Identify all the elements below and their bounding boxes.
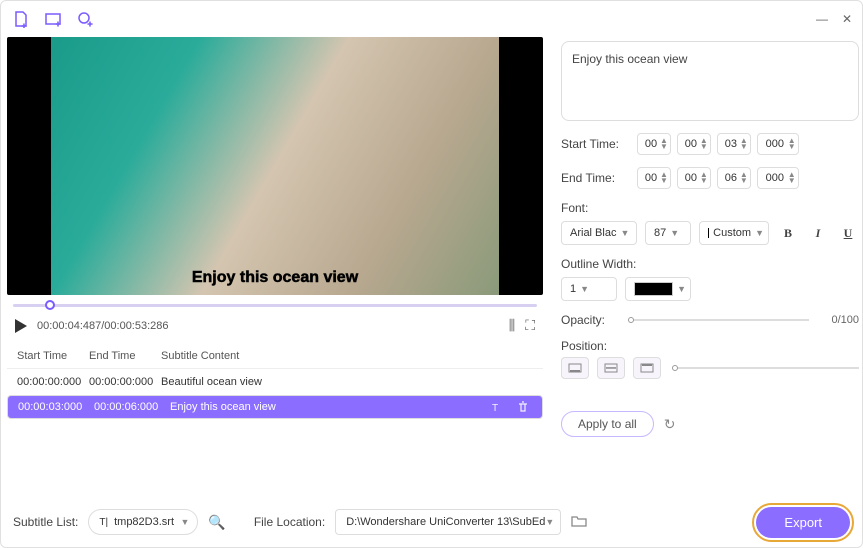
waveform-icon[interactable]: ⫼ xyxy=(509,317,515,334)
subtitle-list-label: Subtitle List: xyxy=(13,515,78,529)
font-family-select[interactable]: Arial Blac▼ xyxy=(561,221,637,245)
minimize-button[interactable]: — xyxy=(816,12,828,26)
start-sec-spinner[interactable]: 03▲▼ xyxy=(717,133,751,155)
translate-icon[interactable]: T xyxy=(488,398,506,416)
subtitle-overlay: Enjoy this ocean view xyxy=(192,269,358,287)
main-area: Enjoy this ocean view 00:00:04:487/00:00… xyxy=(1,37,862,497)
end-time-row: End Time: 00▲▼ 00▲▼ 06▲▼ 000▲▼ xyxy=(561,167,859,189)
header-start: Start Time xyxy=(17,350,89,362)
file-location-label: File Location: xyxy=(254,515,325,529)
timecode: 00:00:04:487/00:00:53:286 xyxy=(37,320,169,332)
start-hour-spinner[interactable]: 00▲▼ xyxy=(637,133,671,155)
italic-button[interactable]: I xyxy=(807,222,829,244)
outline-width-select[interactable]: 1▼ xyxy=(561,277,617,301)
file-location-select[interactable]: D:\Wondershare UniConverter 13\SubEd▼ xyxy=(335,509,561,535)
font-label: Font: xyxy=(561,201,859,215)
subtitle-table: Start Time End Time Subtitle Content 00:… xyxy=(7,344,543,419)
position-bottom-button[interactable] xyxy=(561,357,589,379)
underline-button[interactable]: U xyxy=(837,222,859,244)
end-sec-spinner[interactable]: 06▲▼ xyxy=(717,167,751,189)
open-folder-icon[interactable] xyxy=(571,514,587,531)
opacity-slider[interactable] xyxy=(631,319,809,321)
play-button[interactable] xyxy=(15,319,27,333)
end-time-label: End Time: xyxy=(561,171,631,185)
start-ms-spinner[interactable]: 000▲▼ xyxy=(757,133,799,155)
end-hour-spinner[interactable]: 00▲▼ xyxy=(637,167,671,189)
video-progress[interactable] xyxy=(13,299,537,311)
add-url-icon[interactable] xyxy=(75,9,95,29)
table-row[interactable]: 00:00:00:000 00:00:00:000 Beautiful ocea… xyxy=(7,369,543,395)
opacity-value: 0/100 xyxy=(819,314,859,326)
apply-to-all-button[interactable]: Apply to all xyxy=(561,411,654,437)
export-button[interactable]: Export xyxy=(756,507,850,538)
position-middle-button[interactable] xyxy=(597,357,625,379)
end-ms-spinner[interactable]: 000▲▼ xyxy=(757,167,799,189)
position-label: Position: xyxy=(561,339,859,353)
right-panel: Enjoy this ocean view Start Time: 00▲▼ 0… xyxy=(549,37,863,497)
subtitle-file-select[interactable]: T|tmp82D3.srt▼ xyxy=(88,509,198,535)
reset-icon[interactable]: ↻ xyxy=(664,416,676,433)
font-size-select[interactable]: 87▼ xyxy=(645,221,691,245)
delete-icon[interactable] xyxy=(514,398,532,416)
add-folder-icon[interactable] xyxy=(43,9,63,29)
close-button[interactable]: ✕ xyxy=(842,12,852,26)
position-slider[interactable] xyxy=(675,367,859,369)
font-color-select[interactable]: Custom▼ xyxy=(699,221,769,245)
left-panel: Enjoy this ocean view 00:00:04:487/00:00… xyxy=(1,37,549,497)
opacity-label: Opacity: xyxy=(561,313,621,327)
table-row[interactable]: 00:00:03:000 00:00:06:000 Enjoy this oce… xyxy=(7,395,543,419)
opacity-row: Opacity: 0/100 xyxy=(561,313,859,327)
fullscreen-icon[interactable]: ⛶ xyxy=(525,317,535,334)
bold-button[interactable]: B xyxy=(777,222,799,244)
position-top-button[interactable] xyxy=(633,357,661,379)
add-file-icon[interactable] xyxy=(11,9,31,29)
titlebar: — ✕ xyxy=(1,1,862,37)
header-content: Subtitle Content xyxy=(161,350,533,362)
bottom-bar: Subtitle List: T|tmp82D3.srt▼ 🔍 File Loc… xyxy=(1,497,862,547)
video-preview[interactable]: Enjoy this ocean view xyxy=(7,37,543,295)
start-time-label: Start Time: xyxy=(561,137,631,151)
subtitle-text-input[interactable]: Enjoy this ocean view xyxy=(561,41,859,121)
header-end: End Time xyxy=(89,350,161,362)
search-subtitle-icon[interactable]: 🔍 xyxy=(208,514,225,531)
start-time-row: Start Time: 00▲▼ 00▲▼ 03▲▼ 000▲▼ xyxy=(561,133,859,155)
start-min-spinner[interactable]: 00▲▼ xyxy=(677,133,711,155)
end-min-spinner[interactable]: 00▲▼ xyxy=(677,167,711,189)
video-controls: 00:00:04:487/00:00:53:286 ⫼ ⛶ xyxy=(7,313,543,338)
outline-color-select[interactable]: ▼ xyxy=(625,277,691,301)
outline-label: Outline Width: xyxy=(561,257,859,271)
svg-text:T: T xyxy=(492,403,498,414)
